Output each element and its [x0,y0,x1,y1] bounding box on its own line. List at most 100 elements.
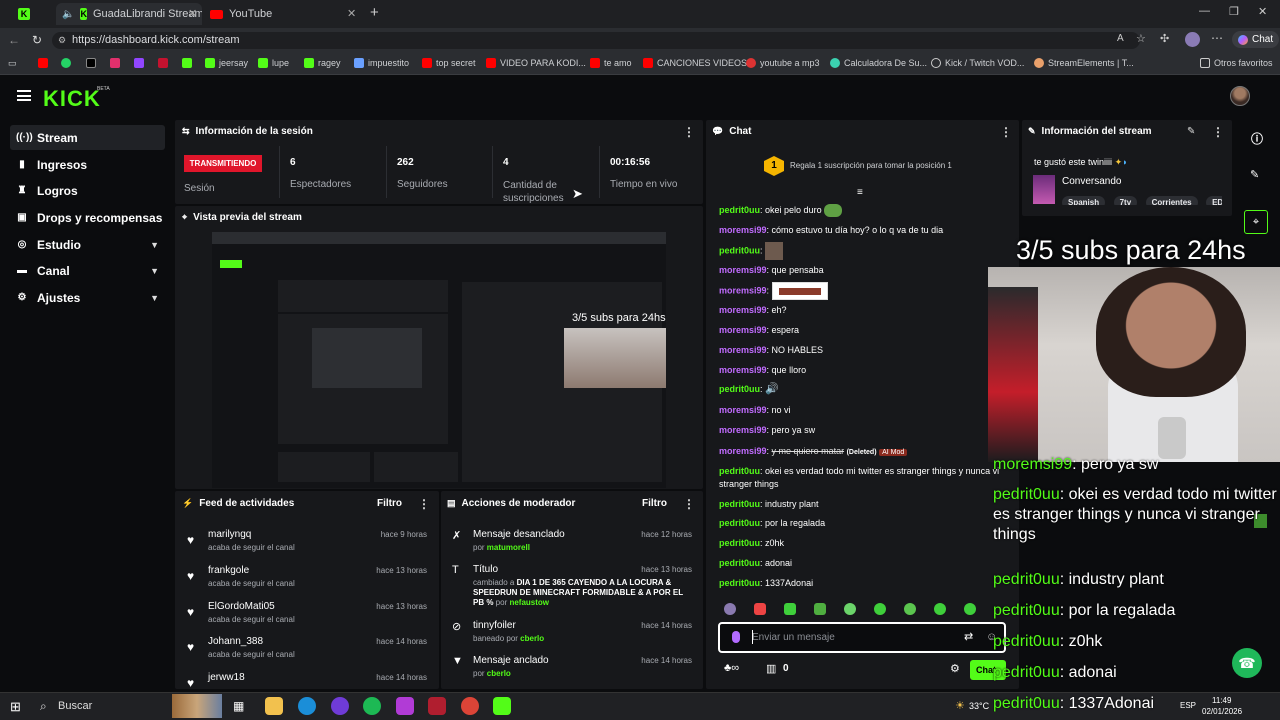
sidebar-item-drops[interactable]: ▣ Drops y recompensas [10,205,165,230]
emote-icon[interactable] [934,603,946,615]
gift-sub-banner[interactable]: Regala 1 suscripción para tomar la posic… [790,161,952,170]
chat-message[interactable]: pedrit0uu: 1337Adonai [719,577,1004,590]
chat-message[interactable]: pedrit0uu: [719,242,1004,260]
bookmark-youtube[interactable] [38,58,48,68]
close-window-icon[interactable]: ✕ [1258,5,1267,18]
bookmark-instagram[interactable] [110,58,120,68]
chat-username[interactable]: moremsi99 [719,345,767,355]
chat-username[interactable]: moremsi99 [719,285,767,295]
chat-message[interactable]: moremsi99: que pensaba [719,264,1004,277]
tag[interactable]: Spanish [1062,196,1106,205]
chat-message[interactable]: pedrit0uu: z0hk [719,537,1004,550]
capture-icon[interactable]: ⌖ [1244,210,1268,234]
chat-username[interactable]: moremsi99 [719,446,767,456]
chat-message[interactable]: moremsi99: y me quiero matar (Deleted) A… [719,445,1004,459]
maximize-icon[interactable]: ❐ [1229,5,1239,18]
translate-icon[interactable]: A [1117,33,1124,44]
category-name[interactable]: Conversando [1062,176,1121,187]
chat-username[interactable]: moremsi99 [719,325,767,335]
chat-username[interactable]: moremsi99 [719,305,767,315]
edit-icon[interactable]: ✎ [1187,126,1195,137]
bookmark-item[interactable]: StreamElements | T... [1034,58,1134,68]
spotify-icon[interactable] [363,697,381,715]
chat-message[interactable]: pedrit0uu: adonai [719,557,1004,570]
chat-username[interactable]: moremsi99 [719,225,767,235]
tab-kick-stream[interactable]: 🔈 K GuadaLibrandi Stream - Watc [56,3,202,25]
more-options-icon[interactable]: ⋮ [683,125,695,139]
chat-message[interactable]: moremsi99: cómo estuvo tu día hoy? o lo … [719,224,1004,237]
list-item[interactable]: ♥ jerww18 hace 14 horas [180,670,435,688]
sidebar-item-ajustes[interactable]: ⚙ Ajustes ▼ [10,285,165,310]
chat-username[interactable]: moremsi99 [719,365,767,375]
emote-icon[interactable] [754,603,766,615]
bookmark-item[interactable]: CANCIONES VIDEOS [643,58,747,68]
mod-user[interactable]: matumorell [487,543,530,552]
kick-logo[interactable]: KICK [43,86,101,112]
sidebar-item-estudio[interactable]: ◎ Estudio ▼ [10,232,165,257]
chat-message[interactable]: moremsi99: eh? [719,304,1004,317]
chat-username[interactable]: pedrit0uu [719,538,760,548]
edge-icon[interactable] [298,697,316,715]
chat-username[interactable]: pedrit0uu [719,245,760,255]
windows-start-icon[interactable]: ⊞ [10,699,21,715]
chat-message[interactable]: moremsi99: no vi [719,404,1004,417]
emote-icon[interactable] [904,603,916,615]
list-item[interactable]: ♥ ElGordoMati05 acaba de seguir el canal ha… [180,599,435,631]
category-thumbnail[interactable] [1033,175,1055,204]
chat-settings-icon[interactable]: ⚙ [950,662,960,675]
list-item[interactable]: ⊘ tinnyfoiler baneado por cberlo hace 14… [445,620,700,650]
star-icon[interactable]: ☆ [1136,32,1146,45]
emote-icon[interactable] [814,603,826,615]
mod-user[interactable]: cberlo [487,669,511,678]
kick-favicon[interactable]: K [18,8,30,20]
other-bookmarks[interactable]: Otros favoritos [1200,58,1273,68]
minimize-icon[interactable]: — [1199,5,1210,17]
apps-icon[interactable]: ▭ [8,58,17,69]
list-item[interactable]: ✗ Mensaje desanclado por matumorell hace… [445,529,700,559]
bookmark-item[interactable]: top secret [422,58,476,68]
bookmark-item[interactable]: impuestito [354,58,409,68]
list-item[interactable]: ▼ Mensaje anclado por cberlo hace 14 hor… [445,655,700,685]
users-icon[interactable]: ♣∞ [724,662,739,674]
gift-icon[interactable]: ▥ [766,662,776,675]
bookmark-x[interactable] [86,58,96,68]
bookmark-item[interactable]: jeersay [205,58,248,68]
more-options-icon[interactable]: ⋮ [1000,125,1012,139]
chrome-icon[interactable] [461,697,479,715]
user-avatar[interactable] [1230,86,1250,106]
chat-message[interactable]: pedrit0uu: okei pelo duro [719,204,1004,218]
chat-username[interactable]: pedrit0uu [719,205,760,215]
chat-username[interactable]: pedrit0uu [719,578,760,588]
bookmark-kick[interactable] [182,58,192,68]
bookmark-item[interactable]: youtube a mp3 [746,58,820,68]
file-explorer-icon[interactable] [265,697,283,715]
activity-filter-button[interactable]: Filtro [377,498,402,509]
chat-username[interactable]: pedrit0uu [719,558,760,568]
close-tab-icon[interactable]: ✕ [188,7,197,20]
list-item[interactable]: T Título cambiado a DIA 1 DE 365 CAYENDO… [445,564,700,614]
chat-message[interactable]: moremsi99: espera [719,324,1004,337]
chat-message[interactable]: moremsi99: NO HABLES [719,344,1004,357]
chat-input[interactable]: Enviar un mensaje ⇄ ☺ [718,622,1006,653]
list-item[interactable]: ♥ frankgole acaba de seguir el canal hace 1… [180,563,435,595]
chat-username[interactable]: moremsi99 [719,405,767,415]
sidebar-item-ingresos[interactable]: ▮ Ingresos [10,152,165,177]
chat-username[interactable]: pedrit0uu [719,499,760,509]
back-icon[interactable]: ← [8,33,20,47]
bookmark-whatsapp[interactable] [61,58,71,68]
bookmark-red[interactable] [158,58,168,68]
mod-filter-button[interactable]: Filtro [642,498,667,509]
bookmark-twitch[interactable] [134,58,144,68]
chat-message[interactable]: moremsi99: pero ya sw [719,424,1004,437]
sidebar-item-logros[interactable]: ♜ Logros [10,178,165,203]
sidebar-item-canal[interactable]: ▬ Canal ▼ [10,258,165,283]
reload-icon[interactable]: ↻ [32,33,42,47]
emote-icon[interactable] [784,603,796,615]
emote-icon[interactable] [874,603,886,615]
chat-message[interactable]: moremsi99: que llorо [719,364,1004,377]
tag[interactable]: 7tv [1113,196,1138,205]
bookmark-item[interactable]: Calculadora De Su... [830,58,927,68]
site-info-icon[interactable]: ⚙ [58,32,66,49]
mod-user[interactable]: cberlo [520,634,544,643]
list-item[interactable]: ♥ marilyngq acaba de seguir el canal hace 9… [180,527,435,559]
